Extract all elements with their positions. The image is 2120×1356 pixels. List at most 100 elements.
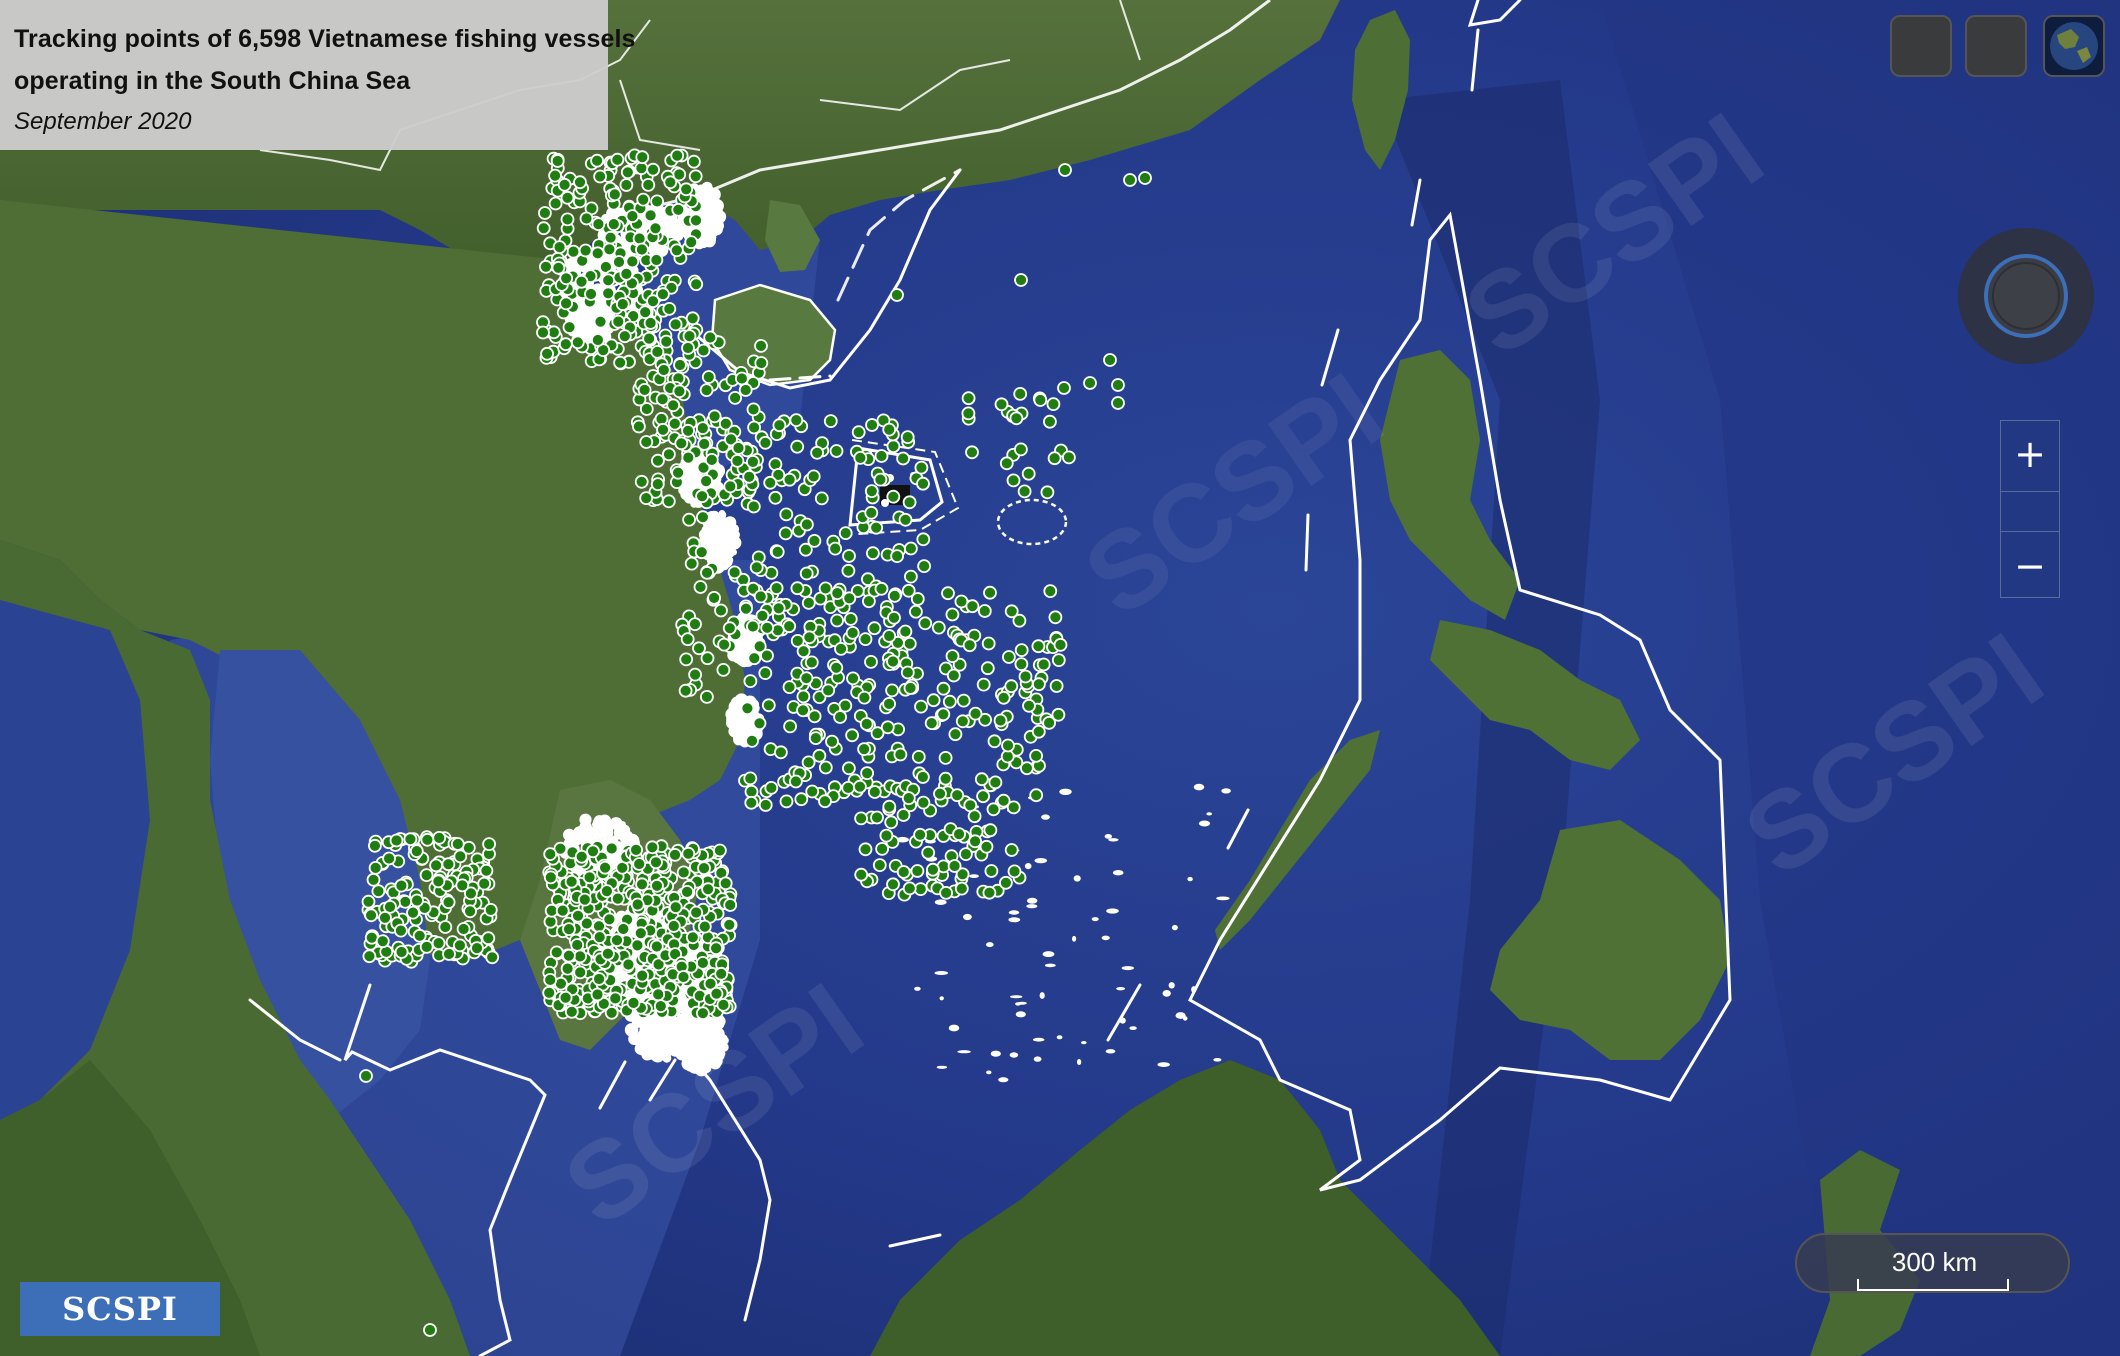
vessel-point (560, 212, 575, 227)
vessel-point (830, 586, 845, 600)
vessel-point (864, 484, 879, 499)
dense-track-point (585, 330, 592, 337)
vessel-point (1029, 749, 1043, 763)
basemap-button[interactable] (1890, 15, 1952, 77)
map-canvas[interactable]: SCSPI SCSPI SCSPI SCSPI (0, 0, 2120, 1356)
vessel-point (703, 330, 718, 345)
vessel-point (884, 815, 899, 830)
vessel-point (536, 221, 551, 236)
vessel-point (988, 775, 1003, 790)
vessel-point (643, 316, 658, 330)
vessel-point (743, 674, 758, 688)
vessel-point (1111, 378, 1125, 392)
vessel-point (996, 690, 1011, 705)
vessel-point (361, 894, 376, 909)
vessel-point (941, 586, 955, 601)
vessel-point (1004, 679, 1019, 694)
vessel-point (739, 601, 753, 616)
vessel-point (687, 154, 701, 169)
vessel-point (962, 638, 977, 653)
vessel-point (1009, 411, 1024, 426)
vessel-point (393, 923, 408, 938)
vessel-point (593, 169, 607, 184)
scale-label: 300 km (1891, 1247, 1978, 1277)
vessel-point (746, 499, 761, 514)
vessel-point (1021, 466, 1036, 481)
vessel-point (704, 452, 719, 467)
vessel-point (853, 450, 868, 465)
vessel-point (974, 772, 989, 787)
vessel-point (744, 795, 759, 810)
vessel-point (442, 947, 456, 961)
spratly-island (1015, 1002, 1021, 1006)
spratly-island (1039, 992, 1045, 999)
vessel-point (656, 422, 670, 437)
zoom-out-button[interactable]: − (2001, 537, 2059, 595)
scspi-logo: SCSPI (20, 1282, 220, 1336)
spratly-island (998, 1077, 1009, 1083)
vessel-point (879, 828, 894, 843)
vessel-point (1062, 450, 1076, 465)
dense-track-point (712, 198, 720, 207)
vessel-point (680, 632, 695, 647)
vessel-point (684, 556, 699, 571)
vessel-point (574, 849, 589, 864)
vessel-point (649, 253, 664, 267)
vessel-point (886, 654, 900, 669)
vessel-point (558, 990, 573, 1005)
vessel-point (423, 1323, 437, 1337)
zoom-in-button[interactable]: + (2001, 425, 2059, 483)
terrain-button[interactable] (1965, 15, 2027, 77)
vessel-point (366, 872, 381, 887)
spratly-island (1105, 1049, 1116, 1054)
spratly-island (957, 1050, 971, 1054)
vessel-point (846, 671, 860, 686)
vessel-point (701, 370, 716, 384)
vessel-point (833, 710, 847, 724)
spratly-island (1121, 966, 1135, 971)
vessel-point (1031, 724, 1046, 739)
vessel-point (841, 563, 856, 578)
vessel-point (1004, 843, 1019, 857)
dense-track-point (681, 1027, 689, 1036)
vessel-point (694, 545, 709, 560)
vessel-point (632, 231, 647, 246)
vessel-point (926, 862, 940, 877)
vessel-point (870, 810, 884, 825)
vessel-point (886, 877, 900, 892)
vessel-point (727, 565, 742, 580)
vessel-point (872, 858, 887, 872)
vessel-point (419, 868, 434, 882)
spratly-island (1027, 897, 1038, 904)
vessel-point (713, 843, 727, 858)
vessel-point (650, 477, 665, 492)
vessel-point (880, 720, 895, 735)
vessel-point (613, 355, 627, 370)
vessel-point (552, 240, 567, 255)
vessel-point (573, 175, 587, 190)
vessel-point (564, 1004, 579, 1019)
vessel-point (681, 846, 696, 861)
vessel-point (639, 435, 654, 449)
vessel-point (866, 546, 880, 561)
vessel-point (607, 187, 622, 202)
vessel-point (562, 320, 577, 335)
vessel-point (760, 648, 774, 663)
vessel-point (825, 734, 839, 749)
vessel-point (650, 878, 664, 893)
vessel-point (479, 863, 494, 878)
vessel-point (887, 589, 902, 603)
dense-track-point (624, 1023, 639, 1037)
vessel-point (747, 420, 761, 435)
compass-knob-icon[interactable] (1992, 262, 2060, 330)
vessel-point (555, 903, 570, 918)
vessel-point (625, 209, 640, 224)
vessel-point (641, 177, 656, 192)
globe-layer-button[interactable] (2043, 15, 2105, 77)
vessel-point (371, 884, 386, 899)
vessel-point (645, 840, 660, 855)
vessel-point (650, 194, 664, 209)
dense-track-point (730, 718, 741, 729)
map-subtitle: September 2020 (14, 108, 192, 135)
dense-track-point (706, 523, 718, 536)
